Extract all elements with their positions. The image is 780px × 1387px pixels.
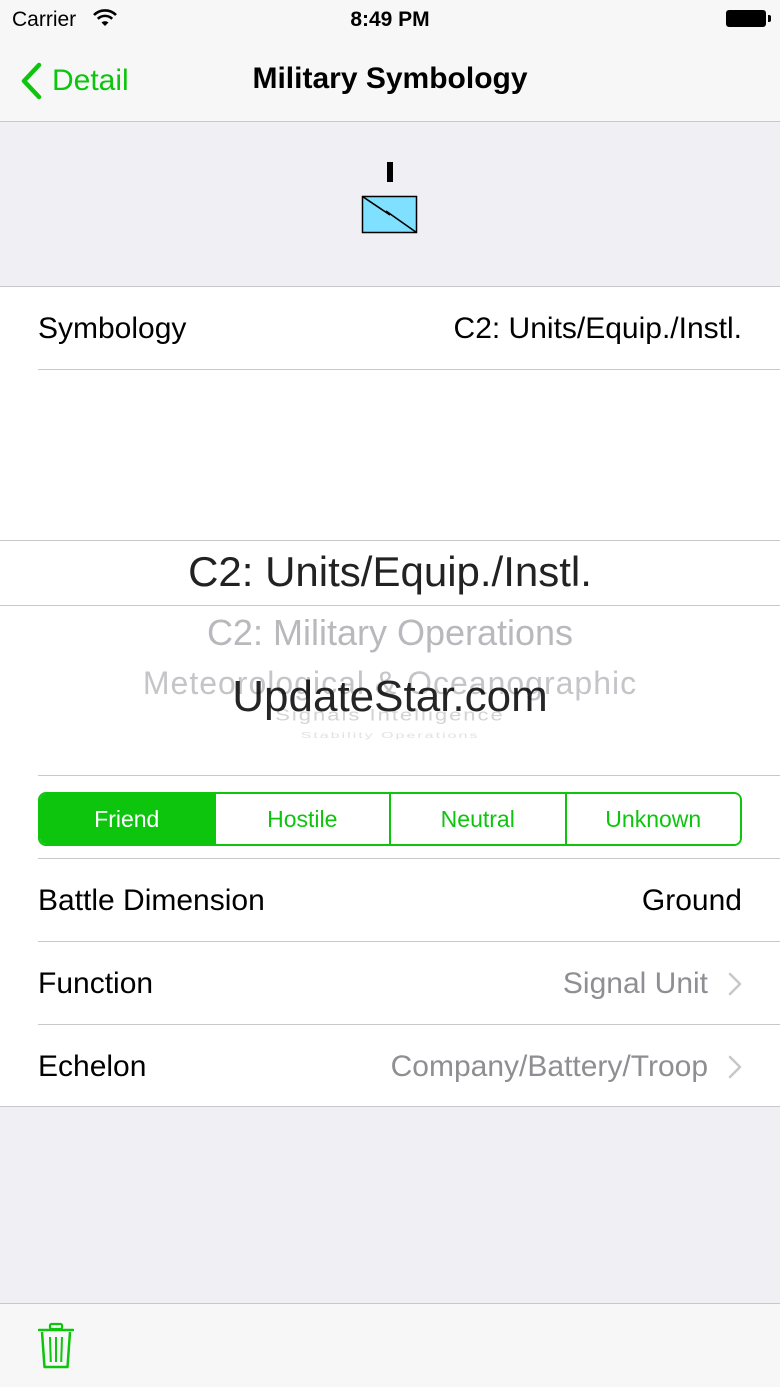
function-value: Signal Unit xyxy=(562,967,708,1000)
segment-hostile[interactable]: Hostile xyxy=(213,794,389,844)
picker-selection-top-line xyxy=(0,540,780,541)
delete-button[interactable] xyxy=(37,1322,75,1375)
function-label: Function xyxy=(38,967,154,1000)
picker-option-selected[interactable]: C2: Units/Equip./Instl. xyxy=(0,548,780,596)
battle-dimension-value: Ground xyxy=(641,884,742,917)
battle-dimension-row[interactable]: Battle Dimension Ground xyxy=(0,859,780,942)
chevron-right-icon xyxy=(728,1055,742,1079)
echelon-row[interactable]: Echelon Company/Battery/Troop xyxy=(0,1025,780,1108)
divider xyxy=(38,775,780,776)
battle-dimension-label: Battle Dimension xyxy=(38,884,265,917)
function-row[interactable]: Function Signal Unit xyxy=(0,942,780,1025)
bottom-toolbar xyxy=(0,1303,780,1387)
affiliation-segmented-control[interactable]: Friend Hostile Neutral Unknown xyxy=(38,792,742,846)
echelon-label: Echelon xyxy=(38,1050,147,1083)
watermark: UpdateStar.com xyxy=(232,672,548,721)
segment-unknown[interactable]: Unknown xyxy=(564,794,740,844)
segment-friend[interactable]: Friend xyxy=(40,794,214,844)
picker-option[interactable]: Stability Operations xyxy=(0,732,780,741)
echelon-value: Company/Battery/Troop xyxy=(390,1050,708,1083)
trash-icon xyxy=(37,1322,75,1369)
picker-selection-bottom-line xyxy=(0,605,780,606)
chevron-right-icon xyxy=(728,972,742,996)
segment-neutral[interactable]: Neutral xyxy=(389,794,565,844)
picker-option[interactable]: C2: Military Operations xyxy=(0,612,780,654)
